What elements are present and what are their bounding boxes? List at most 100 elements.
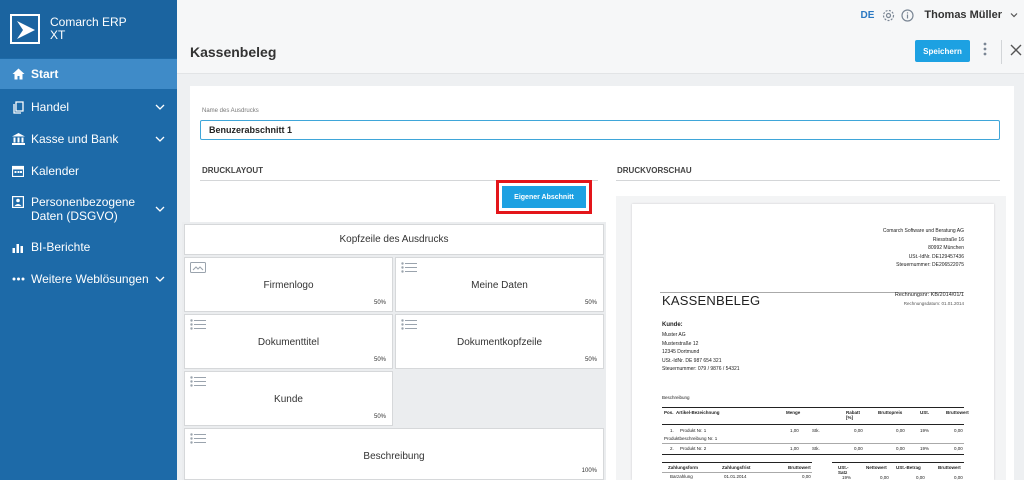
sidebar-item-label: Kasse und Bank xyxy=(31,132,119,146)
customer-line: 12345 Dortmund xyxy=(662,349,700,355)
home-icon xyxy=(11,67,25,81)
cell-total: 0,00 xyxy=(954,446,963,451)
chevron-down-icon[interactable] xyxy=(155,102,165,112)
save-button[interactable]: Speichern xyxy=(915,40,970,62)
cell-unit: Stk. xyxy=(812,446,820,451)
own-section-highlight: Eigener Abschnitt xyxy=(496,180,592,214)
info-icon[interactable] xyxy=(901,8,914,22)
section-width: 50% xyxy=(373,414,386,420)
close-icon[interactable] xyxy=(1010,44,1022,56)
payment-cell: 01.01.2014 xyxy=(724,474,747,479)
user-name[interactable]: Thomas Müller xyxy=(924,9,1002,21)
col-header: Rabatt [%] xyxy=(846,410,861,420)
vat-cell: 0,00 xyxy=(880,475,889,480)
customer-line: USt.-IdNr. DE 987 654 321 xyxy=(662,357,722,364)
section-kunde[interactable]: Kunde 50% xyxy=(184,371,393,426)
customer-line: Muster AG xyxy=(662,332,686,338)
sidebar-item-start[interactable]: Start xyxy=(0,59,177,89)
list-icon xyxy=(190,376,206,387)
sidebar-item-bi-berichte[interactable]: BI-Berichte xyxy=(0,231,177,263)
list-icon xyxy=(401,319,417,330)
table-bottom-rule xyxy=(662,454,964,455)
payment-header: Zahlungsfrist xyxy=(722,465,751,470)
section-width: 50% xyxy=(584,300,597,306)
vat-header: Bruttowert xyxy=(938,465,961,470)
section-firmenlogo[interactable]: Firmenlogo 50% xyxy=(184,257,393,312)
section-dokumenttitel[interactable]: Dokumenttitel 50% xyxy=(184,314,393,369)
list-icon xyxy=(401,262,417,273)
col-header: Bruttopreis xyxy=(878,410,903,415)
company-line: Riesstraße 16 xyxy=(932,236,964,243)
chevron-down-icon[interactable] xyxy=(155,274,165,284)
gear-icon[interactable] xyxy=(882,9,895,22)
section-label: Firmenlogo xyxy=(263,280,314,291)
cell-discount: 0,00 xyxy=(854,446,863,451)
content-card: Name des Ausdrucks DRUCKLAYOUT DRUCKVORS… xyxy=(182,86,1014,480)
cell-name: Produkt Nr. 2 xyxy=(680,446,707,451)
sidebar-item-label: Personenbezogene Daten (DSGVO) xyxy=(31,195,136,223)
more-options-icon[interactable] xyxy=(983,42,987,56)
customer-address: Muster AG Musterstraße 12 12345 Dortmund… xyxy=(662,331,740,374)
cell-discount: 0,00 xyxy=(854,428,863,433)
calendar-icon xyxy=(11,164,25,178)
sidebar-item-label: BI-Berichte xyxy=(31,240,91,254)
invoice-number: Rechnungsnr: KB/2014/01/1 xyxy=(894,292,964,298)
col-header: Artikel-Bezeichnung xyxy=(676,410,720,415)
bank-icon xyxy=(11,132,25,146)
sidebar-item-handel[interactable]: Handel xyxy=(0,91,177,123)
language-switch[interactable]: DE xyxy=(860,10,874,21)
chevron-down-icon[interactable] xyxy=(155,204,165,214)
section-width: 50% xyxy=(373,300,386,306)
list-icon xyxy=(190,433,206,444)
logo-icon xyxy=(10,14,40,44)
col-header: Bruttowert xyxy=(946,410,969,415)
chevron-down-icon[interactable] xyxy=(1010,11,1018,19)
sidebar-item-label: Kalender xyxy=(31,164,80,178)
vat-cell: 19% xyxy=(842,475,852,480)
page-title: Kassenbeleg xyxy=(190,44,277,60)
description-label: Beschreibung xyxy=(662,395,690,400)
vat-header: USt.-Betrag xyxy=(896,465,921,470)
payment-header: Zahlungsform xyxy=(668,465,698,470)
table-header-rule xyxy=(662,424,964,425)
preview-divider xyxy=(616,180,1000,181)
cell-vat: 19% xyxy=(920,446,930,451)
section-dokumentkopfzeile[interactable]: Dokumentkopfzeile 50% xyxy=(395,314,604,369)
cell-pos: 1. xyxy=(670,428,674,433)
col-header: USt. xyxy=(920,410,929,415)
logo-line2: XT xyxy=(50,28,66,42)
sidebar-item-kasse[interactable]: Kasse und Bank xyxy=(0,123,177,155)
sidebar-item-weitere[interactable]: Weitere Weblösungen xyxy=(0,263,177,295)
cell-vat: 19% xyxy=(920,428,930,433)
section-width: 50% xyxy=(373,357,386,363)
section-label: Dokumentkopfzeile xyxy=(456,337,543,348)
company-line: Steuernummer: DE206522075 xyxy=(896,262,964,268)
print-name-input[interactable] xyxy=(200,120,1000,140)
cell-name: Produkt Nr. 1 xyxy=(680,428,707,433)
sidebar-item-label: Weitere Weblösungen xyxy=(31,272,149,286)
col-header: Pos. xyxy=(664,410,674,415)
chevron-down-icon[interactable] xyxy=(155,134,165,144)
customer-line: Steuernummer: 079 / 9876 / 54321 xyxy=(662,366,740,372)
layout-builder: Kopfzeile des Ausdrucks Firmenlogo 50% M… xyxy=(182,222,606,480)
sidebar: Comarch ERP XT Start Handel Kasse und Ba… xyxy=(0,0,177,480)
customer-label: Kunde: xyxy=(662,322,683,328)
company-line: 80992 München xyxy=(928,245,964,251)
section-meine-daten[interactable]: Meine Daten 50% xyxy=(395,257,604,312)
section-kopfzeile[interactable]: Kopfzeile des Ausdrucks xyxy=(184,224,604,255)
cell-qty: 1,00 xyxy=(790,428,799,433)
sidebar-item-kalender[interactable]: Kalender xyxy=(0,155,177,187)
own-section-button[interactable]: Eigener Abschnitt xyxy=(502,186,586,208)
page-header: Kassenbeleg Speichern xyxy=(177,30,1024,74)
company-address: Comarch Software und Beratung AG Riesstr… xyxy=(883,227,964,270)
section-label: Dokumenttitel xyxy=(257,337,320,348)
cell-price: 0,00 xyxy=(896,446,905,451)
app-logo[interactable]: Comarch ERP XT xyxy=(0,0,177,58)
invoice-date: Rechnungsdatum: 01.01.2014 xyxy=(903,301,964,306)
cell-total: 0,00 xyxy=(954,428,963,433)
payment-header-rule xyxy=(662,472,812,473)
preview-page: Comarch Software und Beratung AG Riesstr… xyxy=(632,204,994,480)
sidebar-item-dsgvo[interactable]: Personenbezogene Daten (DSGVO) xyxy=(0,187,177,231)
section-beschreibung[interactable]: Beschreibung 100% xyxy=(184,428,604,480)
name-field-label: Name des Ausdrucks xyxy=(202,108,259,114)
